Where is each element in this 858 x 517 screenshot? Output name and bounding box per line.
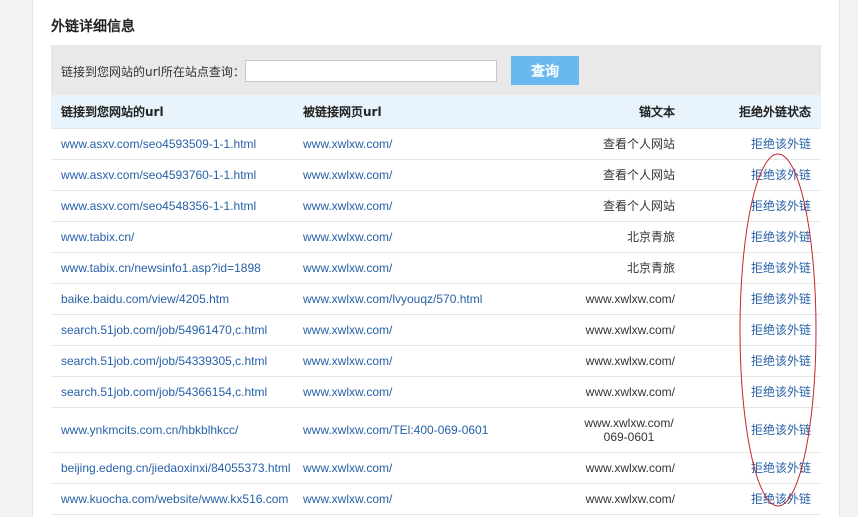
table-row: www.kuocha.com/website/www.kx516.com www… bbox=[51, 483, 821, 515]
source-url-link[interactable]: www.tabix.cn/ bbox=[61, 230, 134, 244]
anchor-text: 查看个人网站 bbox=[602, 168, 675, 182]
target-url-link[interactable]: www.xwlxw.com/TEl:400-069-0601 bbox=[303, 423, 488, 437]
external-links-table: 链接到您网站的url 被链接网页url 锚文本 拒绝外链状态 www.asxv.… bbox=[51, 95, 821, 515]
search-button[interactable]: 查询 bbox=[511, 56, 579, 85]
table-row: www.asxv.com/seo4548356-1-1.html www.xwl… bbox=[51, 190, 821, 222]
source-url-link[interactable]: search.51job.com/job/54961470,c.html bbox=[61, 323, 267, 337]
source-url-link[interactable]: www.asxv.com/seo4548356-1-1.html bbox=[61, 199, 256, 213]
anchor-text: www.xwlxw.com/ bbox=[585, 322, 675, 337]
reject-link-button[interactable]: 拒绝该外链 bbox=[751, 168, 811, 182]
target-url-link[interactable]: www.xwlxw.com/ bbox=[303, 461, 392, 475]
site-search-input[interactable] bbox=[245, 60, 497, 82]
anchor-text: www.xwlxw.com/ bbox=[585, 384, 675, 399]
reject-link-button[interactable]: 拒绝该外链 bbox=[751, 261, 811, 275]
reject-link-button[interactable]: 拒绝该外链 bbox=[751, 354, 811, 368]
source-url-link[interactable]: baike.baidu.com/view/4205.htm bbox=[61, 292, 229, 306]
table-row: www.asxv.com/seo4593509-1-1.html www.xwl… bbox=[51, 128, 821, 160]
header-target-url: 被链接网页url bbox=[293, 95, 533, 129]
reject-link-button[interactable]: 拒绝该外链 bbox=[751, 385, 811, 399]
header-source-url: 链接到您网站的url bbox=[51, 95, 293, 129]
table-row: www.tabix.cn/ www.xwlxw.com/ 北京青旅 拒绝该外链 bbox=[51, 221, 821, 253]
table-row: www.asxv.com/seo4593760-1-1.html www.xwl… bbox=[51, 159, 821, 191]
target-url-link[interactable]: www.xwlxw.com/ bbox=[303, 492, 392, 506]
header-anchor-text: 锚文本 bbox=[533, 95, 685, 129]
table-row: beijing.edeng.cn/jiedaoxinxi/84055373.ht… bbox=[51, 452, 821, 484]
table-row: www.ynkmcits.com.cn/hbkblhkcc/ www.xwlxw… bbox=[51, 407, 821, 453]
target-url-link[interactable]: www.xwlxw.com/ bbox=[303, 261, 392, 275]
target-url-link[interactable]: www.xwlxw.com/ bbox=[303, 199, 392, 213]
source-url-link[interactable]: search.51job.com/job/54339305,c.html bbox=[61, 354, 267, 368]
source-url-link[interactable]: www.tabix.cn/newsinfo1.asp?id=1898 bbox=[61, 261, 261, 275]
search-label: 链接到您网站的url所在站点查询： bbox=[61, 65, 245, 79]
table-header-row: 链接到您网站的url 被链接网页url 锚文本 拒绝外链状态 bbox=[51, 95, 821, 129]
table-row: baike.baidu.com/view/4205.htm www.xwlxw.… bbox=[51, 283, 821, 315]
target-url-link[interactable]: www.xwlxw.com/ bbox=[303, 137, 392, 151]
anchor-text: 查看个人网站 bbox=[602, 199, 675, 213]
table-row: www.tabix.cn/newsinfo1.asp?id=1898 www.x… bbox=[51, 252, 821, 284]
source-url-link[interactable]: www.ynkmcits.com.cn/hbkblhkcc/ bbox=[61, 423, 238, 437]
reject-link-button[interactable]: 拒绝该外链 bbox=[751, 137, 811, 151]
anchor-text: www.xwlxw.com/ 069-0601 bbox=[584, 415, 674, 444]
search-bar: 链接到您网站的url所在站点查询： 查询 bbox=[51, 45, 821, 95]
section-title: 外链详细信息 bbox=[51, 19, 135, 35]
external-links-panel: 外链详细信息 链接到您网站的url所在站点查询： 查询 链接到您网站的url 被… bbox=[32, 0, 840, 517]
source-url-link[interactable]: search.51job.com/job/54366154,c.html bbox=[61, 385, 267, 399]
anchor-text: www.xwlxw.com/ bbox=[585, 291, 675, 306]
reject-link-button[interactable]: 拒绝该外链 bbox=[751, 423, 811, 437]
header-reject-status: 拒绝外链状态 bbox=[685, 95, 821, 129]
anchor-text: 北京青旅 bbox=[626, 230, 675, 244]
reject-link-button[interactable]: 拒绝该外链 bbox=[751, 230, 811, 244]
target-url-link[interactable]: www.xwlxw.com/ bbox=[303, 230, 392, 244]
table-row: search.51job.com/job/54339305,c.html www… bbox=[51, 345, 821, 377]
target-url-link[interactable]: www.xwlxw.com/lvyouqz/570.html bbox=[303, 292, 482, 306]
reject-link-button[interactable]: 拒绝该外链 bbox=[751, 461, 811, 475]
target-url-link[interactable]: www.xwlxw.com/ bbox=[303, 323, 392, 337]
reject-link-button[interactable]: 拒绝该外链 bbox=[751, 492, 811, 506]
table-row: search.51job.com/job/54366154,c.html www… bbox=[51, 376, 821, 408]
source-url-link[interactable]: www.asxv.com/seo4593509-1-1.html bbox=[61, 137, 256, 151]
source-url-link[interactable]: www.kuocha.com/website/www.kx516.com bbox=[61, 492, 288, 506]
anchor-text: www.xwlxw.com/ bbox=[585, 460, 675, 475]
anchor-text: 查看个人网站 bbox=[602, 137, 675, 151]
reject-link-button[interactable]: 拒绝该外链 bbox=[751, 323, 811, 337]
source-url-link[interactable]: www.asxv.com/seo4593760-1-1.html bbox=[61, 168, 256, 182]
table-row: search.51job.com/job/54961470,c.html www… bbox=[51, 314, 821, 346]
anchor-text: www.xwlxw.com/ bbox=[585, 491, 675, 506]
reject-link-button[interactable]: 拒绝该外链 bbox=[751, 292, 811, 306]
anchor-text: 北京青旅 bbox=[626, 261, 675, 275]
anchor-text: www.xwlxw.com/ bbox=[585, 353, 675, 368]
source-url-link[interactable]: beijing.edeng.cn/jiedaoxinxi/84055373.ht… bbox=[61, 461, 291, 475]
target-url-link[interactable]: www.xwlxw.com/ bbox=[303, 354, 392, 368]
target-url-link[interactable]: www.xwlxw.com/ bbox=[303, 385, 392, 399]
reject-link-button[interactable]: 拒绝该外链 bbox=[751, 199, 811, 213]
target-url-link[interactable]: www.xwlxw.com/ bbox=[303, 168, 392, 182]
